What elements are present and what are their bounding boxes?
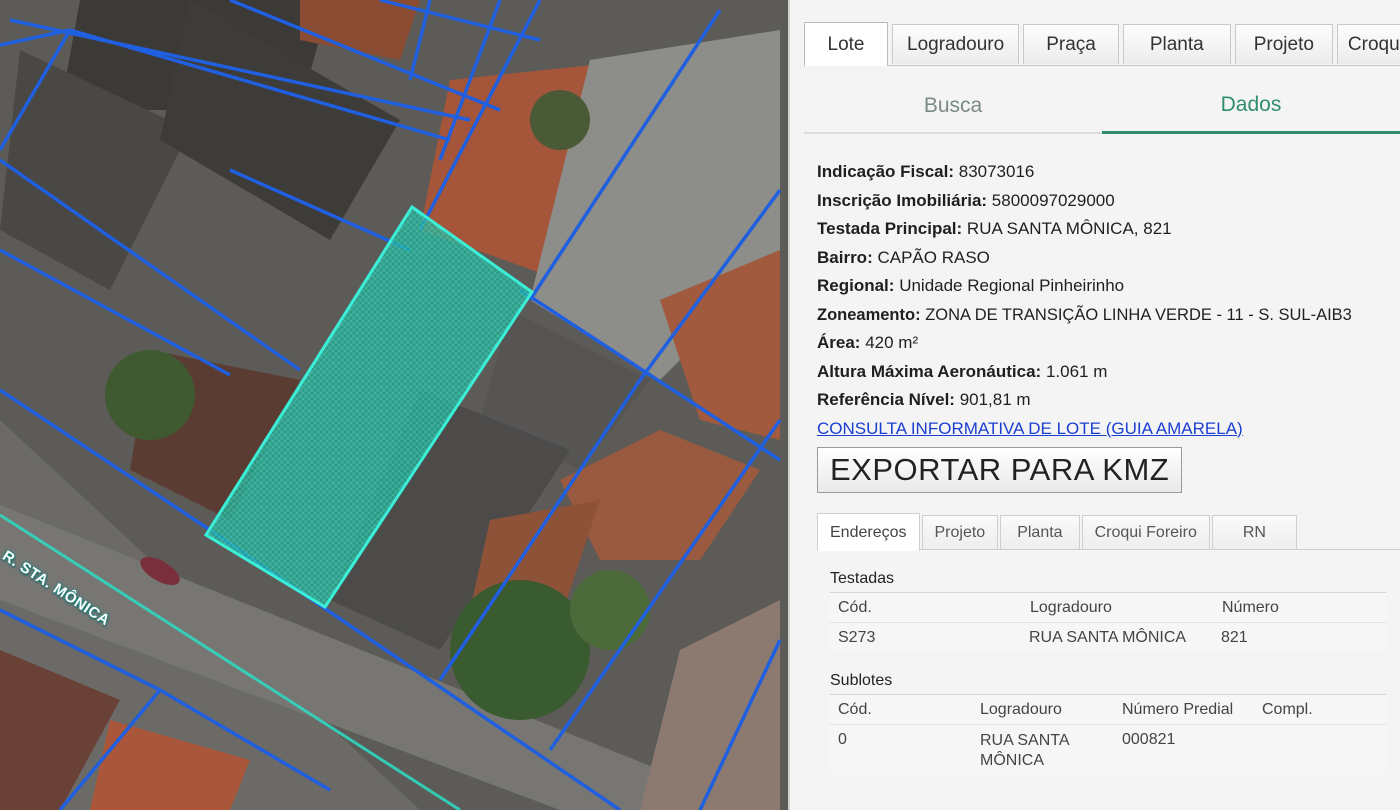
tree-4 xyxy=(530,90,590,150)
cell-cod: S273 xyxy=(838,629,876,646)
info-testada: Testada Principal: RUA SANTA MÔNICA, 821 xyxy=(817,215,1397,244)
col-logradouro: Logradouro xyxy=(980,701,1062,718)
col-cod: Cód. xyxy=(838,599,872,616)
col-compl: Compl. xyxy=(1262,701,1313,718)
col-numero: Número xyxy=(1222,599,1279,616)
table-header: Cód. Logradouro Número Predial Compl. xyxy=(830,694,1386,724)
info-inscricao: Inscrição Imobiliária: 5800097029000 xyxy=(817,187,1397,216)
info-value: RUA SANTA MÔNICA, 821 xyxy=(966,219,1172,238)
tab-enderecos[interactable]: Endereços xyxy=(817,513,920,551)
info-value: ZONA DE TRANSIÇÃO LINHA VERDE - 11 - S. … xyxy=(925,305,1352,324)
map-canvas[interactable] xyxy=(0,0,790,810)
info-value: CAPÃO RASO xyxy=(877,247,990,267)
info-value: 420 m² xyxy=(865,333,919,352)
testadas-table: Cód. Logradouro Número S273 RUA SANTA MÔ… xyxy=(830,592,1386,652)
info-label: Referência Nível: xyxy=(817,390,955,409)
col-numero-predial: Número Predial xyxy=(1122,701,1234,718)
cell-numero: 821 xyxy=(1221,629,1248,646)
info-altura: Altura Máxima Aeronáutica: 1.061 m xyxy=(817,358,1397,387)
cell-numero-predial: 000821 xyxy=(1122,731,1176,748)
info-bairro: Bairro: CAPÃO RASO xyxy=(817,244,1397,273)
table-row[interactable]: 0 RUA SANTA MÔNICA 000821 xyxy=(830,724,1386,774)
export-kmz-button[interactable]: EXPORTAR PARA KMZ xyxy=(817,447,1183,493)
info-label: Regional: xyxy=(817,276,895,295)
col-logradouro: Logradouro xyxy=(1030,599,1112,616)
tree-3 xyxy=(570,570,650,650)
tab-croqui-foreiro-lower[interactable]: Croqui Foreiro xyxy=(1081,515,1210,549)
info-indicacao-fiscal: Indicação Fiscal: 83073016 xyxy=(817,158,1397,187)
tab-projeto-lower[interactable]: Projeto xyxy=(921,515,999,549)
tab-praca[interactable]: Praça xyxy=(1023,24,1119,64)
tab-rn[interactable]: RN xyxy=(1211,515,1297,549)
tab-croqui-foreiro[interactable]: Croqui Fo xyxy=(1336,24,1400,64)
lower-tabs: Endereços Projeto Planta Croqui Foreiro … xyxy=(817,513,1297,551)
tab-logradouro[interactable]: Logradouro xyxy=(892,24,1020,64)
info-value: Unidade Regional Pinheirinho xyxy=(899,276,1125,295)
tab-projeto[interactable]: Projeto xyxy=(1234,24,1333,64)
tree-1 xyxy=(105,350,195,440)
sub-tabs: Busca Dados xyxy=(804,78,1400,134)
table-header: Cód. Logradouro Número xyxy=(830,592,1386,622)
cell-logradouro: RUA SANTA MÔNICA xyxy=(980,732,1069,769)
info-zoneamento: Zoneamento: ZONA DE TRANSIÇÃO LINHA VERD… xyxy=(817,301,1397,330)
tab-planta-lower[interactable]: Planta xyxy=(1000,515,1080,549)
col-cod: Cód. xyxy=(838,701,872,718)
tab-dados[interactable]: Dados xyxy=(1102,78,1400,134)
info-label: Inscrição Imobiliária: xyxy=(817,190,988,210)
guia-amarela-link[interactable]: CONSULTA INFORMATIVA DE LOTE (GUIA AMARE… xyxy=(817,415,1243,443)
tab-planta[interactable]: Planta xyxy=(1122,24,1231,64)
info-regional: Regional: Unidade Regional Pinheirinho xyxy=(817,272,1397,301)
info-area: Área: 420 m² xyxy=(817,329,1397,358)
info-value: 5800097029000 xyxy=(991,190,1115,210)
aerial-map[interactable]: R. STA. MÔNICA xyxy=(0,0,790,810)
cell-logradouro: RUA SANTA MÔNICA xyxy=(1029,629,1187,646)
info-value: 1.061 m xyxy=(1045,361,1108,381)
tree-2 xyxy=(450,580,590,720)
testadas-title: Testadas xyxy=(830,570,895,587)
cell-cod: 0 xyxy=(838,731,847,748)
info-label: Indicação Fiscal: xyxy=(817,162,954,181)
table-row[interactable]: S273 RUA SANTA MÔNICA 821 xyxy=(830,622,1386,652)
sublotes-table: Cód. Logradouro Número Predial Compl. 0 … xyxy=(830,694,1386,774)
info-value: 901,81 m xyxy=(959,390,1031,409)
info-label: Testada Principal: xyxy=(817,219,963,238)
lot-info: Indicação Fiscal: 83073016 Inscrição Imo… xyxy=(817,158,1397,443)
info-label: Bairro: xyxy=(817,247,873,267)
sublotes-title: Sublotes xyxy=(830,672,893,689)
info-label: Zoneamento: xyxy=(817,305,921,324)
tab-busca[interactable]: Busca xyxy=(804,78,1102,132)
top-tabs: Lote Logradouro Praça Planta Projeto Cro… xyxy=(804,22,1400,66)
info-panel: Lote Logradouro Praça Planta Projeto Cro… xyxy=(788,0,1400,810)
tab-lote[interactable]: Lote xyxy=(804,22,888,66)
info-label: Área: xyxy=(817,333,861,352)
info-referencia: Referência Nível: 901,81 m xyxy=(817,386,1397,415)
info-value: 83073016 xyxy=(958,162,1035,181)
info-label: Altura Máxima Aeronáutica: xyxy=(817,361,1042,381)
